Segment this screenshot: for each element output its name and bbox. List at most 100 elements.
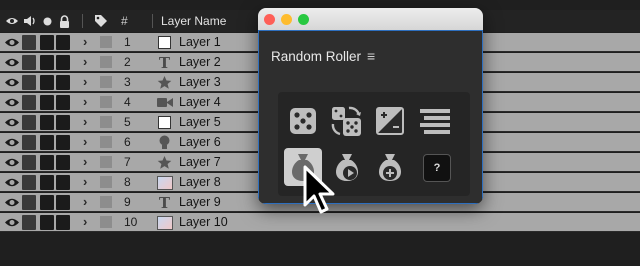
layer-number: 2 xyxy=(124,55,131,69)
lock-toggle[interactable] xyxy=(56,115,70,130)
help-button[interactable]: ? xyxy=(423,154,451,182)
solo-toggle[interactable] xyxy=(40,215,54,230)
lock-toggle[interactable] xyxy=(56,35,70,50)
chevron-right-icon[interactable]: › xyxy=(83,34,87,49)
visibility-eye-icon[interactable] xyxy=(4,56,20,69)
lock-toggle[interactable] xyxy=(56,75,70,90)
visibility-eye-icon[interactable] xyxy=(4,156,20,169)
shape-layer-icon xyxy=(156,74,173,91)
speaker-icon[interactable] xyxy=(22,10,38,32)
window-titlebar[interactable] xyxy=(258,8,483,30)
light-layer-icon xyxy=(156,134,173,151)
label-color-swatch[interactable] xyxy=(100,156,112,168)
label-color-swatch[interactable] xyxy=(100,136,112,148)
audio-toggle[interactable] xyxy=(22,195,36,210)
audio-toggle[interactable] xyxy=(22,155,36,170)
visibility-eye-icon[interactable] xyxy=(4,76,20,89)
solo-toggle[interactable] xyxy=(40,155,54,170)
lock-toggle[interactable] xyxy=(56,155,70,170)
audio-toggle[interactable] xyxy=(22,35,36,50)
layer-name[interactable]: Layer 10 xyxy=(179,215,228,229)
layer-name[interactable]: Layer 4 xyxy=(179,95,221,109)
label-color-swatch[interactable] xyxy=(100,56,112,68)
solo-toggle[interactable] xyxy=(40,135,54,150)
visibility-eye-icon[interactable] xyxy=(4,36,20,49)
audio-toggle[interactable] xyxy=(22,115,36,130)
audio-toggle[interactable] xyxy=(22,55,36,70)
layer-name[interactable]: Layer 2 xyxy=(179,55,221,69)
layer-name[interactable]: Layer 9 xyxy=(179,195,221,209)
label-color-swatch[interactable] xyxy=(100,216,112,228)
minimize-button[interactable] xyxy=(281,14,292,25)
random-roller-window[interactable]: Random Roller ≡ ? xyxy=(258,8,483,204)
layer-name[interactable]: Layer 6 xyxy=(179,135,221,149)
layer-name-header[interactable]: Layer Name xyxy=(161,14,226,28)
lock-icon[interactable] xyxy=(57,10,71,32)
chevron-right-icon[interactable]: › xyxy=(83,194,87,209)
audio-toggle[interactable] xyxy=(22,175,36,190)
eye-icon[interactable] xyxy=(4,10,20,32)
audio-toggle[interactable] xyxy=(22,135,36,150)
audio-toggle[interactable] xyxy=(22,215,36,230)
chevron-right-icon[interactable]: › xyxy=(83,94,87,109)
layer-name[interactable]: Layer 1 xyxy=(179,35,221,49)
lock-toggle[interactable] xyxy=(56,95,70,110)
chevron-right-icon[interactable]: › xyxy=(83,114,87,129)
visibility-eye-icon[interactable] xyxy=(4,196,20,209)
label-color-swatch[interactable] xyxy=(100,176,112,188)
audio-toggle[interactable] xyxy=(22,95,36,110)
text-layer-icon: T xyxy=(158,53,171,72)
layer-number: 5 xyxy=(124,115,131,129)
lock-toggle[interactable] xyxy=(56,135,70,150)
chevron-right-icon[interactable]: › xyxy=(83,174,87,189)
close-button[interactable] xyxy=(264,14,275,25)
layer-row[interactable]: › 10 Layer 10 xyxy=(0,213,640,232)
label-color-swatch[interactable] xyxy=(100,76,112,88)
label-color-swatch[interactable] xyxy=(100,96,112,108)
chevron-right-icon[interactable]: › xyxy=(83,74,87,89)
label-tag-icon[interactable] xyxy=(93,10,109,32)
zoom-button[interactable] xyxy=(298,14,309,25)
header-divider xyxy=(82,14,83,28)
label-color-swatch[interactable] xyxy=(100,196,112,208)
row-divider xyxy=(0,231,640,232)
visibility-eye-icon[interactable] xyxy=(4,176,20,189)
visibility-eye-icon[interactable] xyxy=(4,96,20,109)
label-color-swatch[interactable] xyxy=(100,116,112,128)
layer-name[interactable]: Layer 5 xyxy=(179,115,221,129)
solo-toggle[interactable] xyxy=(40,35,54,50)
gradient-square-icon xyxy=(376,107,404,135)
solo-toggle[interactable] xyxy=(40,175,54,190)
visibility-eye-icon[interactable] xyxy=(4,216,20,229)
solo-toggle[interactable] xyxy=(40,115,54,130)
hamburger-menu-icon[interactable]: ≡ xyxy=(367,48,375,64)
visibility-eye-icon[interactable] xyxy=(4,116,20,129)
shape-layer-icon xyxy=(156,154,173,171)
help-icon: ? xyxy=(433,162,441,174)
layer-number: 1 xyxy=(124,35,131,49)
layer-name[interactable]: Layer 8 xyxy=(179,175,221,189)
solo-dot-icon[interactable] xyxy=(40,10,54,32)
stacked-bars-button[interactable] xyxy=(416,102,454,140)
lock-toggle[interactable] xyxy=(56,195,70,210)
shuffle-dice-button[interactable] xyxy=(328,102,366,140)
die-button[interactable] xyxy=(284,102,322,140)
gradient-square-button[interactable] xyxy=(371,102,409,140)
solo-toggle[interactable] xyxy=(40,55,54,70)
audio-toggle[interactable] xyxy=(22,75,36,90)
lock-toggle[interactable] xyxy=(56,55,70,70)
chevron-right-icon[interactable]: › xyxy=(83,54,87,69)
chevron-right-icon[interactable]: › xyxy=(83,134,87,149)
lock-toggle[interactable] xyxy=(56,175,70,190)
layer-name[interactable]: Layer 7 xyxy=(179,155,221,169)
chevron-right-icon[interactable]: › xyxy=(83,154,87,169)
solo-toggle[interactable] xyxy=(40,95,54,110)
visibility-eye-icon[interactable] xyxy=(4,136,20,149)
layer-name[interactable]: Layer 3 xyxy=(179,75,221,89)
lock-toggle[interactable] xyxy=(56,215,70,230)
solo-toggle[interactable] xyxy=(40,195,54,210)
chevron-right-icon[interactable]: › xyxy=(83,214,87,229)
money-bag-plus-button[interactable] xyxy=(371,148,409,186)
label-color-swatch[interactable] xyxy=(100,36,112,48)
solo-toggle[interactable] xyxy=(40,75,54,90)
